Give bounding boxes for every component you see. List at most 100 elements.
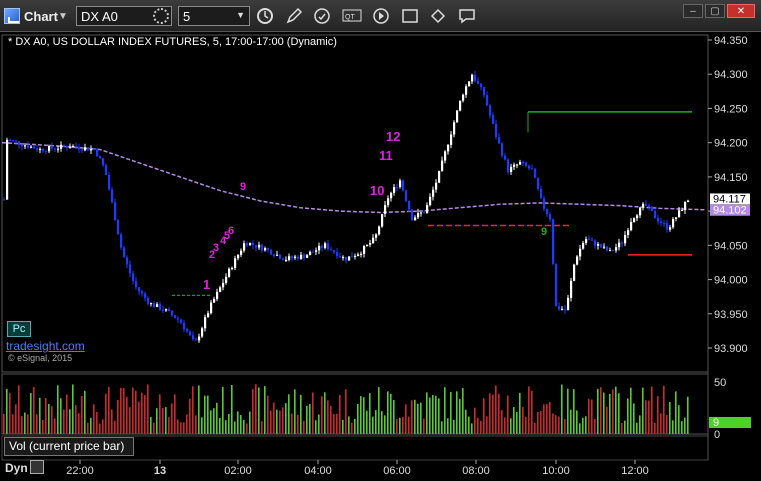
volume-bar xyxy=(597,388,599,434)
pencil-icon[interactable] xyxy=(283,6,305,26)
volume-bar xyxy=(495,385,497,434)
quote-icon[interactable]: QT xyxy=(341,6,363,26)
pc-button[interactable]: Pc xyxy=(7,321,31,337)
candle-body xyxy=(360,253,363,255)
volume-bar xyxy=(465,409,467,434)
gear-icon[interactable] xyxy=(153,8,169,24)
symbol-input[interactable]: DX A0 xyxy=(76,6,172,26)
volume-bar xyxy=(162,407,164,434)
tradesight-logo[interactable]: tradesight.com xyxy=(6,339,85,353)
candle-body xyxy=(636,215,639,219)
volume-bar xyxy=(600,387,602,434)
window-icon[interactable] xyxy=(399,6,421,26)
volume-bar xyxy=(312,392,314,434)
candle-body xyxy=(555,263,558,307)
volume-study-label[interactable]: Vol (current price bar) xyxy=(4,437,134,456)
maximize-button[interactable]: ▢ xyxy=(705,4,725,18)
candle-body xyxy=(486,95,489,106)
close-button[interactable]: ✕ xyxy=(727,4,755,18)
volume-bar xyxy=(3,413,5,434)
candle-body xyxy=(357,254,360,256)
interval-select[interactable]: 5 ▼ xyxy=(178,6,250,26)
volume-bar xyxy=(636,422,638,434)
candle-body xyxy=(132,273,135,282)
volume-bar xyxy=(195,415,197,434)
candle-body xyxy=(489,105,492,116)
volume-bar xyxy=(372,416,374,434)
volume-bar xyxy=(675,391,677,434)
volume-bar xyxy=(585,416,587,434)
time-tick-label: 13 xyxy=(154,465,166,477)
app-menu-chevron-icon[interactable]: ▼ xyxy=(58,5,68,27)
candle-body xyxy=(444,151,447,161)
dyn-label[interactable]: Dyn xyxy=(5,461,28,475)
symbol-value: DX A0 xyxy=(81,8,118,24)
candle-body xyxy=(123,247,126,258)
candle-body xyxy=(462,94,465,101)
candle-body xyxy=(81,149,84,151)
candle-body xyxy=(339,256,342,258)
toolbar: Chart ▼ DX A0 5 ▼ QT – ▢ ✕ xyxy=(0,0,761,32)
clock-icon[interactable] xyxy=(254,6,276,26)
candle-body xyxy=(606,246,609,251)
candle-body xyxy=(561,309,564,311)
volume-bar xyxy=(537,412,539,434)
volume-bar xyxy=(528,386,530,434)
minimize-button[interactable]: – xyxy=(683,4,703,18)
candle-body xyxy=(465,86,468,95)
volume-bar xyxy=(102,419,104,434)
volume-bar xyxy=(246,423,248,434)
volume-bar xyxy=(24,412,26,434)
app-title[interactable]: Chart xyxy=(24,5,58,27)
volume-bar xyxy=(651,386,653,434)
candle-body xyxy=(504,155,507,160)
volume-bar xyxy=(444,387,446,434)
volume-bar xyxy=(267,395,269,434)
candle-body xyxy=(435,182,438,190)
dyn-settings-icon[interactable] xyxy=(30,460,44,474)
candle-body xyxy=(678,210,681,218)
chart-header: * DX A0, US DOLLAR INDEX FUTURES, 5, 17:… xyxy=(8,36,337,48)
volume-bar xyxy=(609,393,611,434)
link-icon[interactable] xyxy=(427,6,449,26)
volume-bar xyxy=(669,401,671,434)
candle-body xyxy=(432,189,435,197)
volume-bar xyxy=(534,422,536,434)
copyright-text: © eSignal, 2015 xyxy=(8,353,73,363)
candle-body xyxy=(663,223,666,225)
refresh-icon[interactable] xyxy=(311,6,333,26)
candle-body xyxy=(408,201,411,210)
candle-body xyxy=(24,145,27,147)
volume-bar xyxy=(681,421,683,434)
candle-body xyxy=(639,207,642,216)
volume-bar xyxy=(564,418,566,434)
volume-bar xyxy=(549,402,551,434)
volume-bar xyxy=(153,422,155,434)
volume-bar xyxy=(120,387,122,434)
volume-bar xyxy=(387,391,389,434)
volume-bar xyxy=(438,398,440,434)
volume-bar xyxy=(126,396,128,434)
chevron-down-icon: ▼ xyxy=(236,10,245,20)
chart-area[interactable]: 94.35094.30094.25094.20094.15094.10094.0… xyxy=(0,32,761,481)
volume-bar xyxy=(249,411,251,434)
candle-body xyxy=(60,144,63,149)
candle-body xyxy=(549,214,552,220)
volume-bar xyxy=(432,395,434,434)
price-chart[interactable]: 94.35094.30094.25094.20094.15094.10094.0… xyxy=(0,32,761,481)
volume-bar xyxy=(624,420,626,434)
candle-body xyxy=(288,256,291,260)
play-icon[interactable] xyxy=(370,6,392,26)
candle-body xyxy=(447,144,450,152)
comment-icon[interactable] xyxy=(456,6,478,26)
volume-bar xyxy=(399,417,401,434)
candle-body xyxy=(582,243,585,249)
volume-bar xyxy=(429,397,431,434)
volume-bar xyxy=(594,419,596,434)
candle-body xyxy=(141,291,144,294)
price-tick-label: 94.300 xyxy=(714,69,748,81)
candle-body xyxy=(306,255,309,258)
candle-body xyxy=(126,257,129,265)
candle-body xyxy=(324,243,327,248)
volume-bar xyxy=(480,420,482,434)
